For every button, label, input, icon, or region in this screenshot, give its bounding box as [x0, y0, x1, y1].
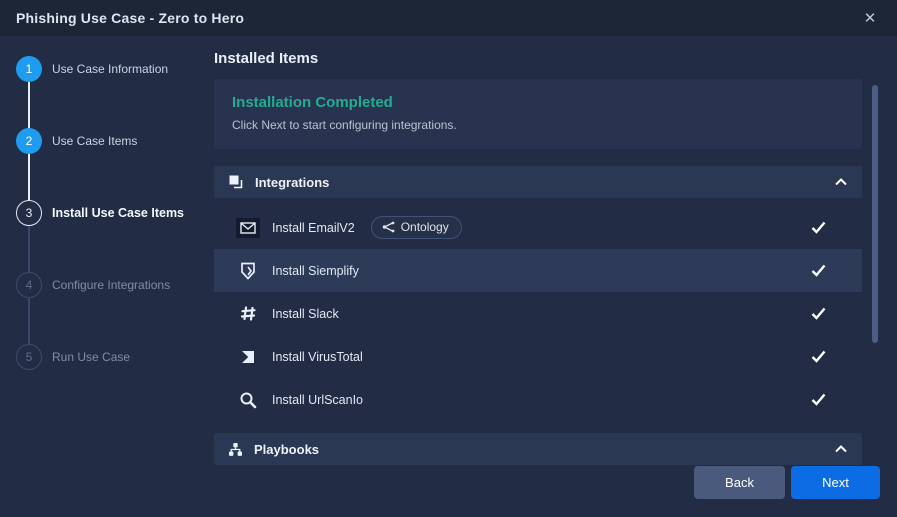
step-install-use-case-items[interactable]: 3 Install Use Case Items	[16, 200, 184, 226]
modal-titlebar: Phishing Use Case - Zero to Hero ✕	[0, 0, 897, 36]
step-use-case-items[interactable]: 2 Use Case Items	[16, 128, 137, 154]
badge-label: Ontology	[401, 220, 449, 234]
install-use-case-modal: Phishing Use Case - Zero to Hero ✕ 1 Use…	[0, 0, 897, 517]
integrations-icon	[228, 174, 244, 190]
step-label: Use Case Items	[52, 134, 137, 148]
section-label: Integrations	[255, 175, 329, 190]
installed-check-icon	[811, 264, 826, 277]
row-label: Install UrlScanIo	[272, 393, 363, 407]
row-install-virustotal[interactable]: Install VirusTotal	[214, 335, 862, 378]
ontology-badge[interactable]: Ontology	[371, 216, 462, 239]
wizard-stepper: 1 Use Case Information 2 Use Case Items …	[0, 36, 214, 517]
siemplify-shield-icon	[236, 260, 260, 282]
main-content: Installed Items Installation Completed C…	[214, 36, 862, 517]
chevron-up-icon[interactable]	[834, 177, 848, 187]
slack-icon	[236, 303, 260, 325]
back-button[interactable]: Back	[694, 466, 785, 499]
installed-check-icon	[811, 221, 826, 234]
section-label: Playbooks	[254, 442, 319, 457]
integration-rows: Install EmailV2 Ontology	[214, 206, 862, 421]
section-header-playbooks[interactable]: Playbooks	[214, 433, 862, 465]
step-number-badge: 1	[16, 56, 42, 82]
step-label: Configure Integrations	[52, 278, 170, 292]
scrollbar-thumb[interactable]	[872, 85, 878, 343]
step-label: Use Case Information	[52, 62, 168, 76]
step-label: Install Use Case Items	[52, 206, 184, 220]
row-install-urlscanio[interactable]: Install UrlScanIo	[214, 378, 862, 421]
step-number-badge: 2	[16, 128, 42, 154]
close-icon[interactable]: ✕	[859, 7, 881, 29]
next-button[interactable]: Next	[791, 466, 880, 499]
email-icon	[236, 217, 260, 239]
ontology-branch-icon	[382, 221, 395, 233]
section-header-integrations[interactable]: Integrations	[214, 166, 862, 198]
playbooks-icon	[228, 442, 243, 457]
step-run-use-case[interactable]: 5 Run Use Case	[16, 344, 130, 370]
installed-check-icon	[811, 393, 826, 406]
installation-status-banner: Installation Completed Click Next to sta…	[214, 79, 862, 149]
installed-items-list: Integrations Install Ema	[214, 166, 862, 465]
row-label: Install Slack	[272, 307, 339, 321]
step-number-badge: 3	[16, 200, 42, 226]
row-install-slack[interactable]: Install Slack	[214, 292, 862, 335]
row-label: Install EmailV2	[272, 221, 355, 235]
step-label: Run Use Case	[52, 350, 130, 364]
virustotal-icon	[236, 346, 260, 368]
row-install-emailv2[interactable]: Install EmailV2 Ontology	[214, 206, 862, 249]
step-number-badge: 5	[16, 344, 42, 370]
row-install-siemplify[interactable]: Install Siemplify	[214, 249, 862, 292]
installed-check-icon	[811, 350, 826, 363]
modal-title: Phishing Use Case - Zero to Hero	[16, 10, 244, 26]
step-number-badge: 4	[16, 272, 42, 298]
page-title: Installed Items	[214, 50, 862, 67]
step-use-case-information[interactable]: 1 Use Case Information	[16, 56, 168, 82]
installed-check-icon	[811, 307, 826, 320]
urlscan-magnifier-icon	[236, 389, 260, 411]
row-label: Install Siemplify	[272, 264, 359, 278]
banner-subtitle: Click Next to start configuring integrat…	[232, 118, 844, 132]
banner-title: Installation Completed	[232, 94, 844, 111]
step-configure-integrations[interactable]: 4 Configure Integrations	[16, 272, 170, 298]
row-label: Install VirusTotal	[272, 350, 363, 364]
chevron-up-icon[interactable]	[834, 444, 848, 454]
